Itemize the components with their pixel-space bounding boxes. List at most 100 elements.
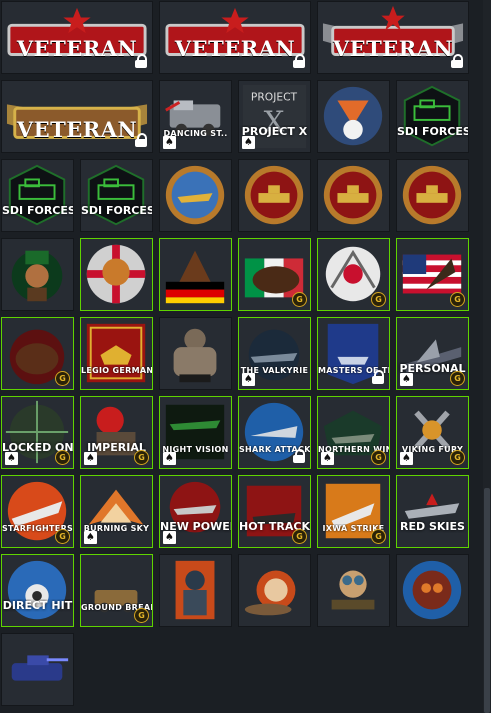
decal-tile-snail[interactable]: [238, 554, 311, 627]
decal-tile-laurel-tank[interactable]: [238, 159, 311, 232]
decal-tile-direct-hit[interactable]: DIRECT HIT: [1, 554, 74, 627]
decal-art-lasttank: [2, 634, 73, 705]
decal-tile-personal[interactable]: PERSONAL ♠ G: [396, 317, 469, 390]
spade-card-icon: ♠: [163, 531, 176, 544]
decal-tile-veteran-gold[interactable]: VETERAN: [1, 80, 153, 153]
decal-tile-valkyrie[interactable]: THE VALKYRIE ♠: [238, 317, 311, 390]
spade-card-icon: ♠: [242, 373, 255, 386]
decal-tile-sdi-forces-3[interactable]: SDI FORCES: [80, 159, 153, 232]
decal-tile-locked-on[interactable]: LOCKED ON! ♠ G: [1, 396, 74, 469]
decal-tile-viking-fury[interactable]: VIKING FURY ♠ G: [396, 396, 469, 469]
decal-label: VETERAN: [332, 36, 454, 61]
decal-tile-strongman[interactable]: [159, 317, 232, 390]
lock-icon: [135, 133, 147, 147]
decal-tile-starfighters[interactable]: STARFIGHTERS G: [1, 475, 74, 548]
decal-tile-ground-breaking[interactable]: GROUND BREAKINGG: [80, 554, 153, 627]
decal-art-soldier: [160, 555, 231, 626]
decal-art-laurel-blue: [160, 160, 231, 231]
lock-icon: [451, 54, 463, 68]
golden-eagle-coin-icon: G: [292, 292, 307, 307]
decal-tile-fox-pilot[interactable]: [317, 80, 390, 153]
decal-art-laurel-red: [239, 160, 310, 231]
decal-tile-tank-last[interactable]: [1, 633, 74, 706]
spade-card-icon: ♠: [163, 452, 176, 465]
spade-card-icon: ♠: [321, 452, 334, 465]
decal-art-gunner: [318, 555, 389, 626]
golden-eagle-coin-icon: G: [55, 450, 70, 465]
decal-tile-japan-crane[interactable]: G: [317, 238, 390, 311]
decal-tile-legio-germanica[interactable]: LEGIO GERMANICA: [80, 317, 153, 390]
golden-eagle-coin-icon: G: [55, 371, 70, 386]
decal-tile-burning-sky[interactable]: BURNING SKY ♠: [80, 475, 153, 548]
decal-label: RED SKIES: [400, 520, 465, 533]
decal-tile-soldier-banner[interactable]: [159, 554, 232, 627]
decal-tile-veteran-3[interactable]: VETERAN: [159, 1, 311, 74]
spade-card-icon: ♠: [400, 452, 413, 465]
spade-card-icon: ♠: [163, 136, 176, 149]
decal-art-leprechaun: [2, 239, 73, 310]
spade-card-icon: ♠: [5, 452, 18, 465]
decal-art-sdi: [2, 160, 73, 231]
golden-eagle-coin-icon: G: [55, 529, 70, 544]
decal-label: VETERAN: [16, 117, 138, 142]
decal-label: SDI FORCES: [397, 125, 468, 138]
decal-tile-imperial[interactable]: IMPERIAL ♠ G: [80, 396, 153, 469]
scrollbar-thumb[interactable]: [484, 488, 490, 713]
decal-tile-leprechaun[interactable]: [1, 238, 74, 311]
decal-tile-german-eagle[interactable]: [159, 238, 232, 311]
decal-tile-veteran-1[interactable]: VETERAN: [1, 1, 153, 74]
lock-icon: [293, 449, 305, 463]
decal-tile-red-skies[interactable]: RED SKIES: [396, 475, 469, 548]
lock-icon: [293, 54, 305, 68]
decal-tile-laurel-plane[interactable]: [159, 159, 232, 232]
decal-tile-sdi-forces-1[interactable]: SDI FORCES: [396, 80, 469, 153]
decal-tile-veteran-4[interactable]: VETERAN: [317, 1, 469, 74]
decal-tile-project-x[interactable]: PROJECT X PROJECT X ♠: [238, 80, 311, 153]
decal-art-directhit: [2, 555, 73, 626]
decal-art-sdi: [81, 160, 152, 231]
lock-icon: [135, 54, 147, 68]
golden-eagle-coin-icon: G: [450, 292, 465, 307]
decal-tile-masters-sea[interactable]: MASTERS OF THE SEA: [317, 317, 390, 390]
decal-tile-northern-wind[interactable]: NORTHERN WIND♠G: [317, 396, 390, 469]
decal-tile-bear-roar[interactable]: G: [1, 317, 74, 390]
decal-tile-italy-bear[interactable]: G: [238, 238, 311, 311]
decal-art-fox: [318, 81, 389, 152]
decal-label: SDI FORCES: [81, 204, 152, 217]
decal-tile-goggle-gunner[interactable]: [317, 554, 390, 627]
decal-tile-us-eagle[interactable]: G: [396, 238, 469, 311]
decal-tile-sdi-forces-2[interactable]: SDI FORCES: [1, 159, 74, 232]
decal-grid: VETERAN VETERAN VETERAN VETERAN DANCING ST..…: [0, 0, 491, 713]
decal-art-sdi: [397, 81, 468, 152]
spade-card-icon: ♠: [84, 452, 97, 465]
decal-art-redskies: [397, 476, 468, 547]
lock-icon: [372, 370, 384, 384]
spade-card-icon: ♠: [400, 373, 413, 386]
decal-tile-ixwa-strike[interactable]: IXWA STRIKE G: [317, 475, 390, 548]
decal-label: VETERAN: [174, 36, 296, 61]
decal-tile-shark-attack[interactable]: SHARK ATTACK: [238, 396, 311, 469]
decal-art-legio: [81, 318, 152, 389]
decal-art-laurel-red: [318, 160, 389, 231]
golden-eagle-coin-icon: G: [292, 529, 307, 544]
decal-art-eagle-de: [160, 239, 231, 310]
decal-tile-hot-tracks[interactable]: HOT TRACKSG: [238, 475, 311, 548]
decal-tile-dancing-steel[interactable]: DANCING ST.. ♠: [159, 80, 232, 153]
decal-label: DIRECT HIT: [2, 599, 73, 612]
decal-tile-night-vision[interactable]: NIGHT VISION ♠: [159, 396, 232, 469]
svg-text:PROJECT: PROJECT: [251, 90, 298, 103]
decal-label: LEGIO GERMANICA: [81, 366, 152, 375]
vertical-scrollbar[interactable]: [483, 0, 491, 713]
decal-tile-laurel-ship[interactable]: [317, 159, 390, 232]
decal-tile-pilot-helmet[interactable]: [396, 554, 469, 627]
decal-tile-uk-lion[interactable]: [80, 238, 153, 311]
decal-art-strongman: [160, 318, 231, 389]
golden-eagle-coin-icon: G: [371, 529, 386, 544]
spade-card-icon: ♠: [84, 531, 97, 544]
decal-art-snail: [239, 555, 310, 626]
decal-label: SDI FORCES: [2, 204, 73, 217]
decal-label: VETERAN: [16, 36, 138, 61]
golden-eagle-coin-icon: G: [134, 608, 149, 623]
decal-tile-laurel-ship-2[interactable]: [396, 159, 469, 232]
decal-tile-new-power[interactable]: NEW POWER ♠: [159, 475, 232, 548]
